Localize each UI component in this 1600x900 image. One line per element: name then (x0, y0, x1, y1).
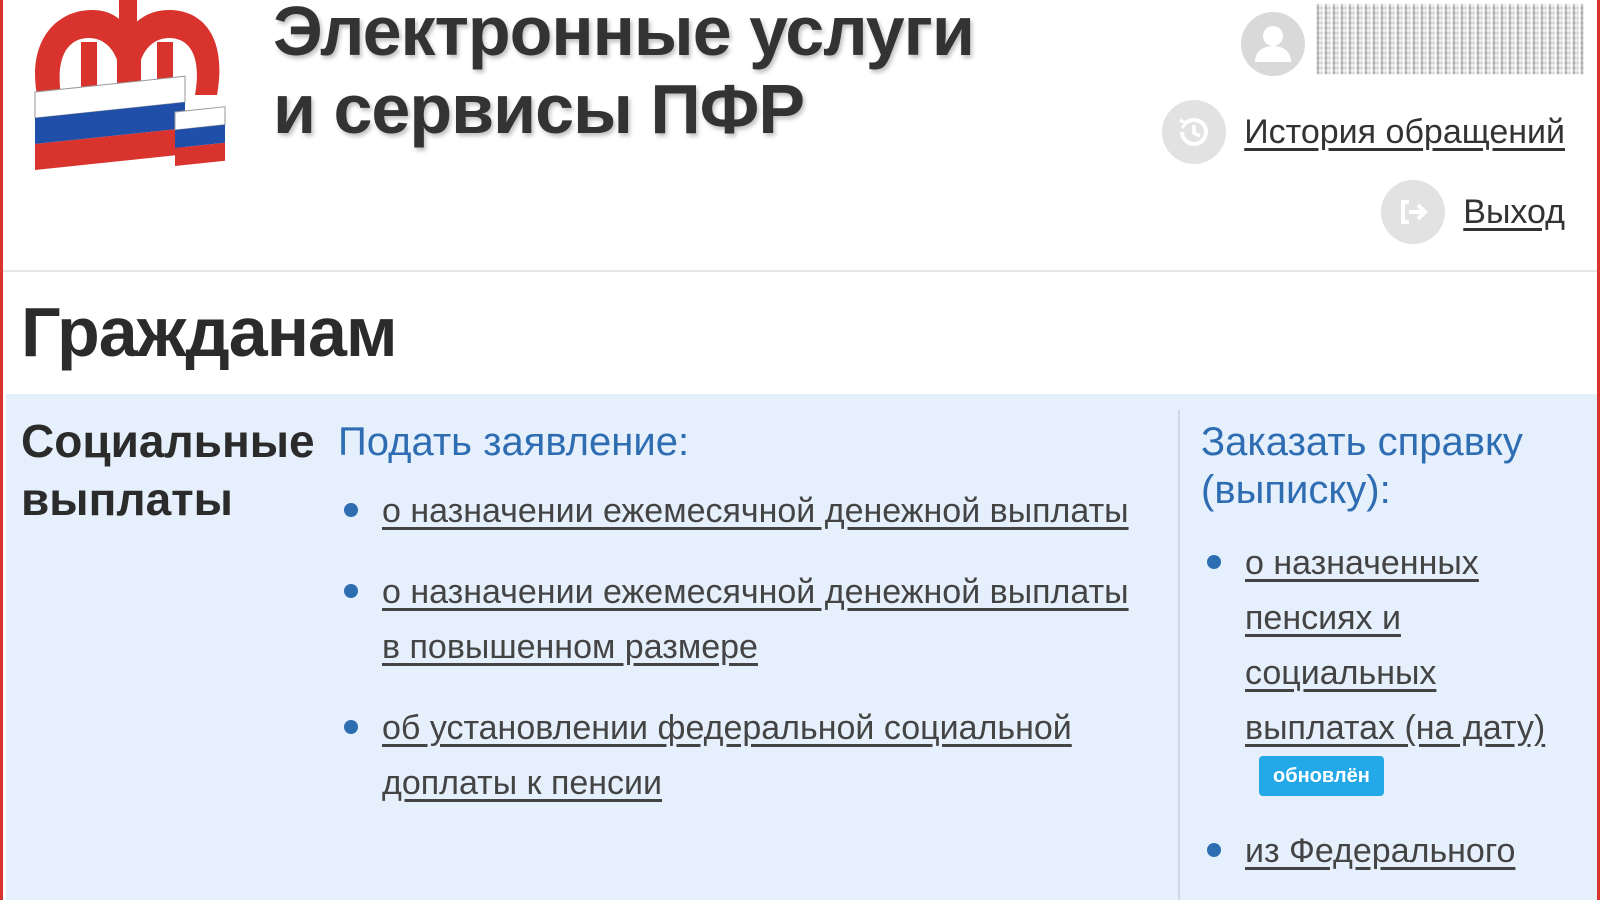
section-title-line2: выплаты (21, 473, 233, 525)
list-item: об установлении федеральной социальной д… (338, 701, 1148, 811)
updated-badge: обновлён (1259, 756, 1384, 796)
pfr-logo[interactable] (17, 0, 237, 185)
column-divider (1178, 410, 1180, 900)
page-title: Гражданам (21, 293, 398, 371)
list-item: из Федерального (1201, 824, 1581, 879)
section-title-line1: Социальные (21, 415, 315, 467)
section-title: Социальные выплаты (21, 412, 321, 528)
order-link-pensions-certificate[interactable]: о назначенных пенсиях и социальных выпла… (1245, 544, 1545, 747)
history-icon (1162, 100, 1227, 164)
apply-heading: Подать заявление: (338, 420, 690, 464)
history-link[interactable]: История обращений (1244, 113, 1565, 152)
apply-column: Подать заявление: о назначении ежемесячн… (338, 418, 1148, 837)
user-name-redacted[interactable] (1317, 4, 1583, 74)
apply-link-monthly-payment[interactable]: о назначении ежемесячной денежной выплат… (382, 492, 1129, 530)
order-column: Заказать справку (выписку): о назначенны… (1201, 418, 1581, 900)
site-title: Электронные услуги и сервисы ПФР (273, 0, 975, 148)
apply-list: о назначении ежемесячной денежной выплат… (338, 484, 1148, 811)
order-heading: Заказать справку (выписку): (1201, 420, 1523, 512)
order-list: о назначенных пенсиях и социальных выпла… (1201, 536, 1581, 879)
order-link-federal-register[interactable]: из Федерального (1245, 832, 1515, 870)
list-item: о назначении ежемесячной денежной выплат… (338, 565, 1148, 675)
apply-link-monthly-payment-increased[interactable]: о назначении ежемесячной денежной выплат… (382, 573, 1129, 666)
apply-link-federal-supplement[interactable]: об установлении федеральной социальной д… (382, 709, 1072, 802)
exit-nav[interactable]: Выход (1381, 180, 1565, 244)
exit-icon (1381, 180, 1446, 244)
user-avatar-icon[interactable] (1241, 12, 1305, 76)
list-item: о назначенных пенсиях и социальных выпла… (1201, 536, 1581, 796)
list-item: о назначении ежемесячной денежной выплат… (338, 484, 1148, 539)
site-header: Электронные услуги и сервисы ПФР История… (3, 0, 1597, 272)
site-title-line2: и сервисы ПФР (273, 70, 805, 148)
page-frame: Электронные услуги и сервисы ПФР История… (0, 0, 1600, 900)
exit-link[interactable]: Выход (1463, 193, 1565, 232)
site-title-line1: Электронные услуги (273, 0, 975, 70)
history-nav[interactable]: История обращений (1162, 100, 1565, 164)
